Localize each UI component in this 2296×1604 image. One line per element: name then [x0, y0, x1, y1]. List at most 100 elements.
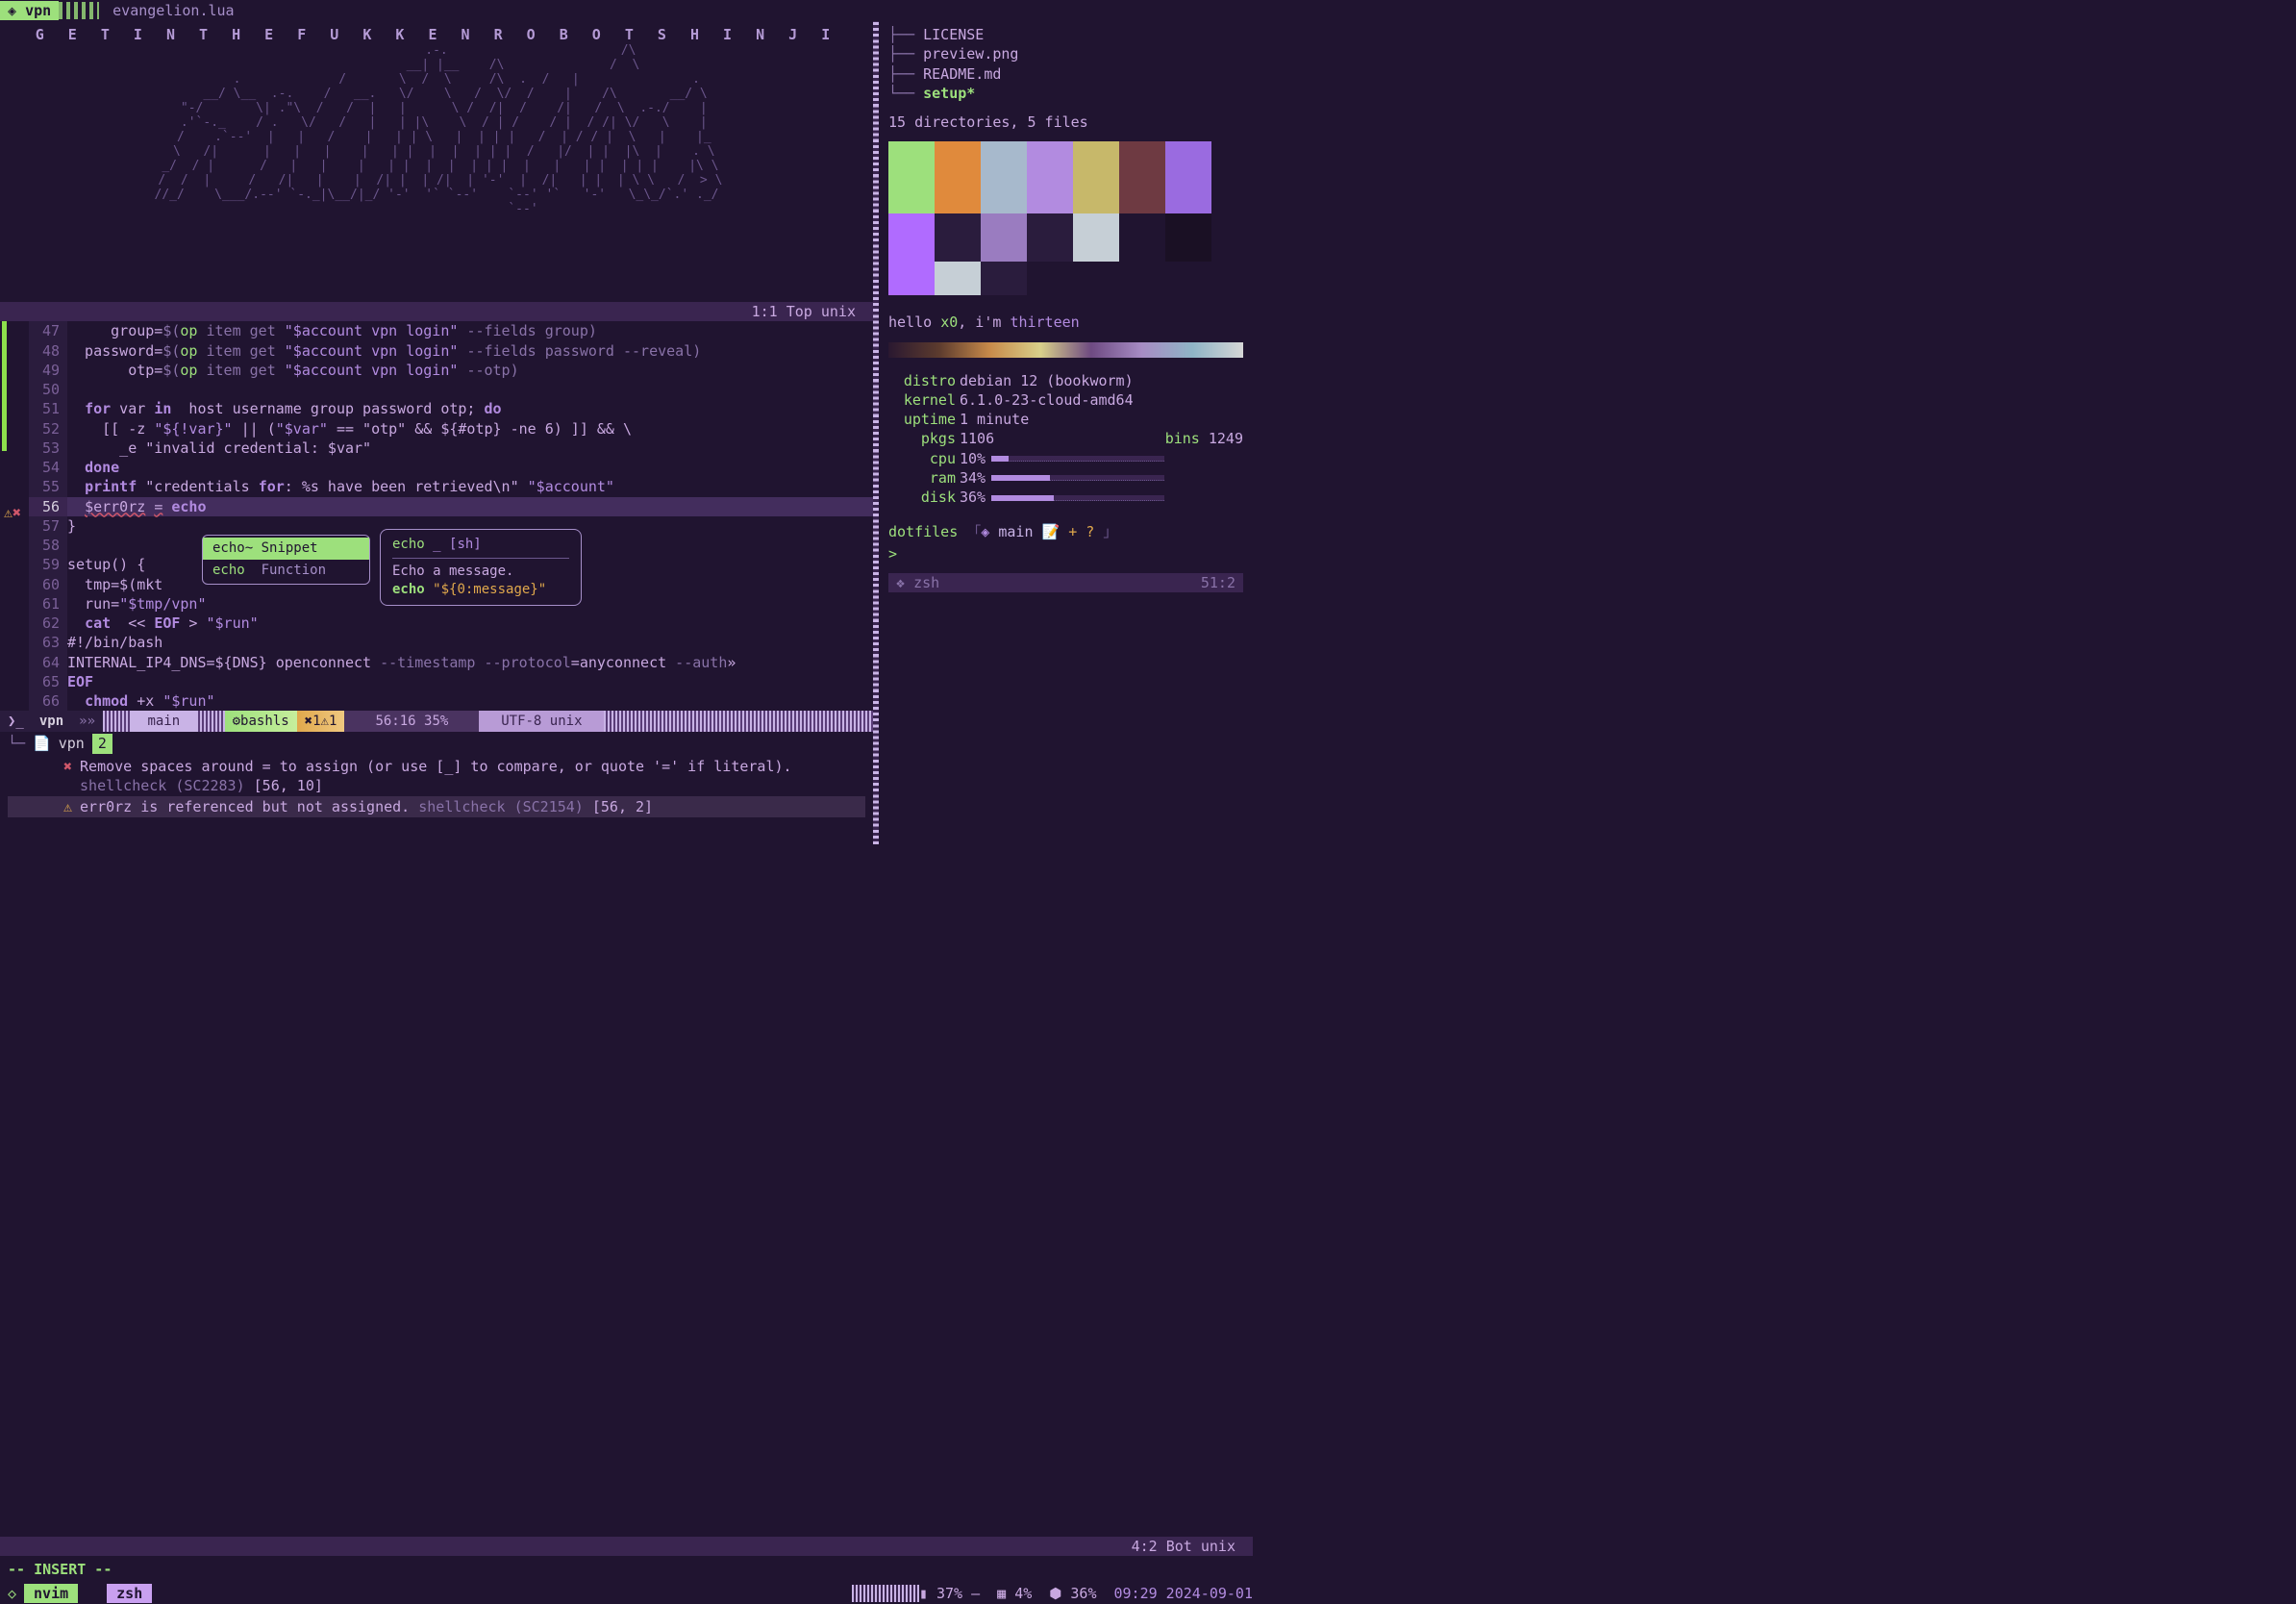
terminal-icon: ❖: [896, 574, 913, 591]
completion-popup[interactable]: echo~ Snippet echo Function: [202, 535, 370, 585]
code-line[interactable]: for var in host username group password …: [67, 399, 873, 418]
status-position: 56:16 35%: [344, 711, 479, 732]
tmux-window-zsh[interactable]: zsh: [107, 1584, 152, 1603]
line-number: 55: [29, 477, 67, 496]
battery-widget: ▮ 37% —: [919, 1584, 980, 1603]
color-swatch: [1119, 141, 1165, 213]
completion-item[interactable]: echo~ Snippet: [203, 538, 369, 560]
diagnostics-panel: └─ 📄 vpn 2 ✖Remove spaces around = to as…: [0, 732, 873, 817]
hero-title: G E T I N T H E F U K K E N R O B O T S …: [0, 25, 873, 44]
color-swatch: [1027, 141, 1073, 213]
disk-widget: ⬢ 36%: [1049, 1584, 1096, 1603]
signature-doc-popup: echo _ [sh] Echo a message. echo "${0:me…: [380, 529, 582, 606]
color-swatch: [935, 262, 981, 295]
task-sep-pattern: [852, 1585, 919, 1602]
branch-icon: ◈: [981, 523, 998, 540]
tree-item[interactable]: ├── preview.png: [888, 44, 1243, 63]
status-chevrons: »»: [71, 711, 103, 732]
mode-indicator: -- INSERT --: [0, 1556, 1253, 1583]
color-swatch: [888, 213, 935, 262]
chip-icon: ▦: [997, 1585, 1006, 1602]
error-icon: ✖: [63, 757, 72, 796]
tree-summary: 15 directories, 5 files: [888, 113, 1243, 132]
line-number: 53: [29, 439, 67, 458]
color-swatch: [1119, 262, 1165, 295]
code-line[interactable]: _e "invalid credential: $var": [67, 439, 873, 458]
color-swatch: [1073, 262, 1119, 295]
tab-inactive[interactable]: evangelion.lua: [99, 1, 247, 20]
diagnostic-row[interactable]: ✖Remove spaces around = to assign (or us…: [8, 756, 865, 797]
tree-item[interactable]: ├── README.md: [888, 64, 1243, 84]
status-filename: vpn: [32, 711, 71, 732]
line-number: 51: [29, 399, 67, 418]
color-swatch: [888, 262, 935, 295]
line-number: 59: [29, 555, 67, 574]
diag-count-badge: 2: [92, 734, 112, 753]
line-number: 56: [29, 497, 67, 516]
dashboard-hero: G E T I N T H E F U K K E N R O B O T S …: [0, 21, 873, 325]
tmux-window-nvim[interactable]: nvim: [24, 1584, 78, 1603]
greeting: hello x0, i'm thirteen: [888, 313, 1243, 332]
error-icon: ✖: [305, 713, 312, 731]
line-number: 58: [29, 536, 67, 555]
code-line[interactable]: [[ -z "${!var}" || ("$var" == "otp" && $…: [67, 419, 873, 439]
code-line[interactable]: otp=$(op item get "$account vpn login" -…: [67, 361, 873, 380]
tab-active-label: vpn: [25, 2, 51, 19]
status-diagnostic-counts[interactable]: ✖ 1 ⚠ 1: [297, 711, 345, 732]
tab-separator-pattern: [59, 2, 99, 19]
status-branch: main: [132, 711, 196, 732]
color-swatch: [981, 213, 1027, 262]
code-line[interactable]: printf "credentials for: %s have been re…: [67, 477, 873, 496]
warning-icon: ⚠: [4, 504, 12, 521]
gradient-bar: [888, 342, 1243, 358]
completion-item[interactable]: echo Function: [203, 560, 369, 582]
file-icon: 📄: [33, 734, 51, 753]
footer: 4:2 Bot unix -- INSERT -- ◇ nvim zsh ▮ 3…: [0, 1537, 1253, 1604]
code-line[interactable]: group=$(op item get "$account vpn login"…: [67, 321, 873, 340]
code-line[interactable]: cat << EOF > "$run": [67, 614, 873, 633]
status-encoding: UTF-8 unix: [479, 711, 604, 732]
bottom-pane-status: 4:2 Bot unix: [0, 1537, 1253, 1556]
tab-bar: ◈ vpn evangelion.lua: [0, 0, 1253, 21]
code-line[interactable]: EOF: [67, 672, 873, 691]
git-status-line: dotfiles 「◈ main 📝 + ? 」: [888, 522, 1243, 541]
status-lsp: ⚙ bashls: [225, 711, 297, 732]
code-line[interactable]: done: [67, 458, 873, 477]
line-number: 48: [29, 341, 67, 361]
tree-item[interactable]: └── setup*: [888, 84, 1243, 103]
line-number: 61: [29, 594, 67, 614]
line-number: 52: [29, 419, 67, 439]
disk-icon: ⬢: [1049, 1585, 1061, 1602]
diagnostic-row[interactable]: ⚠err0rz is referenced but not assigned. …: [8, 796, 865, 817]
code-line[interactable]: chmod +x "$run": [67, 691, 873, 711]
status-sep: [196, 711, 225, 732]
color-swatches: [888, 141, 1243, 295]
line-number: 65: [29, 672, 67, 691]
code-line[interactable]: #!/bin/bash: [67, 633, 873, 652]
line-number: 57: [29, 516, 67, 536]
file-tree[interactable]: ├── LICENSE├── preview.png├── README.md└…: [888, 25, 1243, 103]
code-line[interactable]: INTERNAL_IP4_DNS=${DNS} openconnect --ti…: [67, 653, 873, 672]
ascii-art: .-. /\ __| |__ /\ / \ . / \ / \ /\ . / |…: [0, 44, 873, 216]
system-info: distrodebian 12 (bookworm) kernel6.1.0-2…: [888, 371, 1243, 508]
tree-item[interactable]: ├── LICENSE: [888, 25, 1243, 44]
code-line[interactable]: [67, 380, 873, 399]
tab-active[interactable]: ◈ vpn: [0, 1, 59, 20]
line-number: 54: [29, 458, 67, 477]
color-swatch: [1027, 213, 1073, 262]
code-lines[interactable]: group=$(op item get "$account vpn login"…: [67, 321, 873, 711]
error-icon: ✖: [12, 504, 21, 521]
diag-header[interactable]: └─ 📄 vpn 2: [8, 732, 865, 755]
code-line[interactable]: password=$(op item get "$account vpn log…: [67, 341, 873, 361]
color-swatch: [935, 141, 981, 213]
line-number: 66: [29, 691, 67, 711]
code-buffer[interactable]: 4748495051525354555657585960616263646566…: [0, 321, 873, 711]
line-number: 62: [29, 614, 67, 633]
shell-prompt[interactable]: >: [888, 542, 1243, 565]
line-number: 49: [29, 361, 67, 380]
line-number: 64: [29, 653, 67, 672]
line-number: 60: [29, 575, 67, 594]
color-swatch: [1073, 141, 1119, 213]
line-number: 50: [29, 380, 67, 399]
code-line[interactable]: $err0rz = echo: [67, 497, 873, 516]
